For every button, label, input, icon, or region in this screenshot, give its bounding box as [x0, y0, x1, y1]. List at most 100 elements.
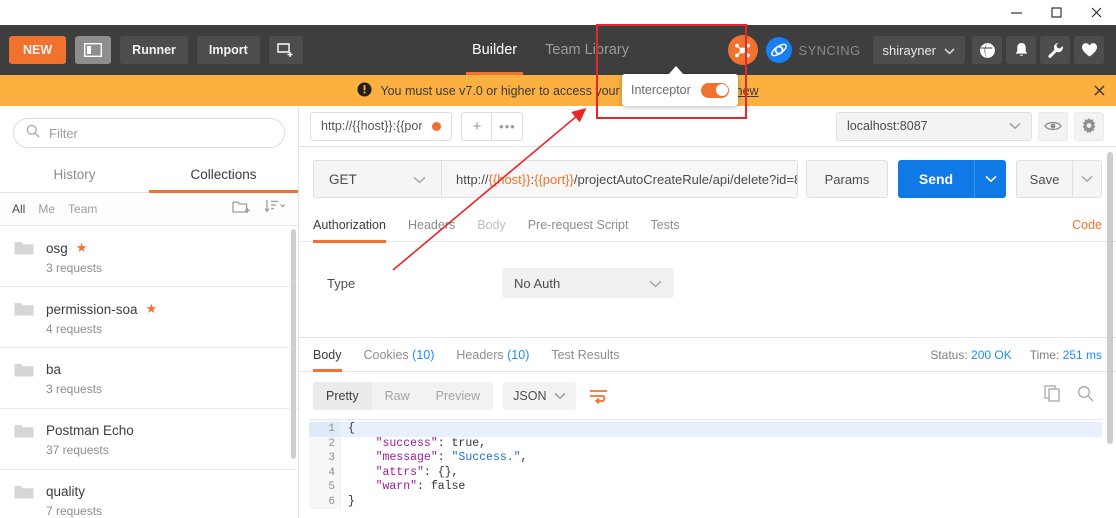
tab-body[interactable]: Body — [477, 209, 506, 242]
format-raw[interactable]: Raw — [372, 382, 423, 410]
time-badge: Time: 251 ms — [1030, 348, 1102, 362]
maximize-icon[interactable] — [1036, 0, 1076, 25]
collection-request-count: 7 requests — [46, 504, 103, 518]
code-token: "message" — [348, 451, 438, 464]
code-link[interactable]: Code — [1072, 218, 1102, 232]
interceptor-toggle[interactable] — [701, 82, 729, 98]
main-scrollbar[interactable] — [1107, 152, 1113, 444]
folder-icon — [14, 301, 34, 322]
word-wrap-icon[interactable] — [586, 383, 612, 409]
code-token: , — [520, 451, 528, 464]
send-options-chevron-down-icon[interactable] — [974, 160, 1006, 198]
heart-icon[interactable] — [1074, 36, 1104, 64]
tab-builder[interactable]: Builder — [458, 25, 531, 75]
user-menu[interactable]: shirayner — [872, 36, 965, 64]
response-language-select[interactable]: JSON — [503, 382, 577, 410]
code-token: : — [437, 451, 452, 464]
plus-icon[interactable]: + — [461, 111, 493, 141]
search-icon — [26, 124, 40, 143]
header-right-controls: SYNCING shirayner — [727, 25, 1109, 75]
runner-button[interactable]: Runner — [120, 36, 188, 64]
list-item[interactable]: quality 7 requests — [0, 470, 298, 518]
eye-icon[interactable] — [1038, 111, 1068, 141]
request-detail-tabs: Authorization Headers Body Pre-request S… — [299, 209, 1116, 243]
sort-descending-icon[interactable] — [264, 199, 286, 219]
search-icon[interactable] — [1077, 385, 1094, 407]
scope-me[interactable]: Me — [38, 202, 55, 216]
interceptor-popup[interactable]: Interceptor — [622, 74, 738, 106]
line-number: 2 — [328, 437, 335, 450]
collection-request-count: 3 requests — [46, 261, 103, 275]
import-button[interactable]: Import — [196, 36, 260, 64]
params-button[interactable]: Params — [806, 160, 888, 198]
list-item[interactable]: Postman Echo 37 requests — [0, 409, 298, 470]
user-name-label: shirayner — [882, 42, 936, 58]
search-input[interactable]: Filter — [13, 118, 285, 148]
line-number: 3 — [328, 452, 335, 464]
send-button[interactable]: Send — [898, 160, 974, 198]
list-item[interactable]: permission-soa ★ 4 requests — [0, 287, 298, 348]
tab-headers[interactable]: Headers — [408, 209, 455, 242]
auth-type-select[interactable]: No Auth — [502, 268, 674, 298]
format-pretty[interactable]: Pretty — [313, 382, 372, 410]
environment-select[interactable]: localhost:8087 — [836, 111, 1032, 141]
list-item[interactable]: ba 3 requests — [0, 348, 298, 409]
wrench-icon[interactable] — [1040, 36, 1070, 64]
chevron-down-icon — [649, 276, 662, 291]
code-token: "attrs" — [348, 465, 424, 479]
list-item[interactable]: osg ★ 3 requests — [0, 226, 298, 287]
main-panel: http://{{host}}:{{por + ••• localhost:80… — [299, 106, 1116, 518]
save-options-chevron-down-icon[interactable] — [1072, 160, 1102, 198]
response-tab-body[interactable]: Body — [313, 338, 342, 372]
request-tab[interactable]: http://{{host}}:{{por — [310, 111, 453, 141]
filter-section: Filter — [0, 106, 298, 158]
globe-icon[interactable] — [972, 36, 1002, 64]
unsaved-indicator-icon — [432, 121, 442, 131]
sync-icon[interactable] — [765, 37, 792, 63]
sidebar-layout-icon[interactable] — [75, 36, 112, 64]
scope-team[interactable]: Team — [68, 202, 97, 216]
tab-pre-request-script[interactable]: Pre-request Script — [528, 209, 629, 242]
tab-tests[interactable]: Tests — [650, 209, 679, 242]
minimize-icon[interactable] — [996, 0, 1036, 25]
star-icon[interactable]: ★ — [76, 240, 88, 256]
line-number: 1▼ — [309, 422, 349, 437]
chevron-down-icon — [944, 43, 955, 58]
tab-team-library[interactable]: Team Library — [531, 25, 643, 75]
scope-all[interactable]: All — [12, 202, 25, 216]
collection-request-count: 37 requests — [46, 443, 109, 457]
response-tabs: Body Cookies (10) Headers (10) Test Resu… — [299, 338, 1116, 372]
sidebar-scrollbar[interactable] — [291, 229, 296, 459]
star-icon[interactable]: ★ — [146, 301, 158, 317]
tab-authorization[interactable]: Authorization — [313, 209, 386, 243]
sidebar-tab-collections[interactable]: Collections — [149, 158, 298, 193]
format-preview[interactable]: Preview — [423, 382, 493, 410]
chevron-down-icon — [1009, 119, 1021, 133]
response-tab-test-results[interactable]: Test Results — [551, 338, 619, 371]
collection-list: osg ★ 3 requests permission-soa ★ 4 requ… — [0, 226, 298, 518]
response-format-bar: Pretty Raw Preview JSON — [299, 372, 1116, 419]
copy-icon[interactable] — [1044, 385, 1061, 407]
new-window-icon[interactable] — [268, 36, 303, 64]
sidebar-tab-history[interactable]: History — [0, 158, 149, 192]
interceptor-popup-arrow — [668, 66, 684, 75]
http-method-select[interactable]: GET — [313, 160, 441, 198]
interceptor-icon[interactable] — [727, 35, 758, 65]
close-icon[interactable] — [1076, 0, 1116, 25]
request-url-input[interactable]: http://{{host}}: {{port}}/projectAutoCrea… — [441, 160, 798, 198]
auth-type-label: Type — [327, 275, 356, 291]
banner-close-icon[interactable] — [1093, 75, 1106, 106]
response-tab-cookies[interactable]: Cookies (10) — [364, 338, 435, 371]
gear-icon[interactable] — [1074, 111, 1104, 141]
bell-icon[interactable] — [1006, 36, 1036, 64]
ellipsis-icon[interactable]: ••• — [492, 111, 524, 141]
postman-app-window: NEW Runner Import Builder Team Library S… — [0, 0, 1116, 518]
response-body-code[interactable]: 1▼ 2 3 4 5 6 { "success": true, "message… — [309, 419, 1102, 509]
new-button[interactable]: NEW — [9, 36, 67, 64]
collection-scope-bar: All Me Team — [0, 193, 298, 226]
time-label: Time: — [1029, 347, 1060, 362]
save-button[interactable]: Save — [1016, 160, 1072, 198]
new-folder-icon[interactable] — [232, 199, 251, 219]
code-line: "message": "Success.", — [341, 451, 1102, 466]
response-tab-headers[interactable]: Headers (10) — [456, 338, 529, 371]
